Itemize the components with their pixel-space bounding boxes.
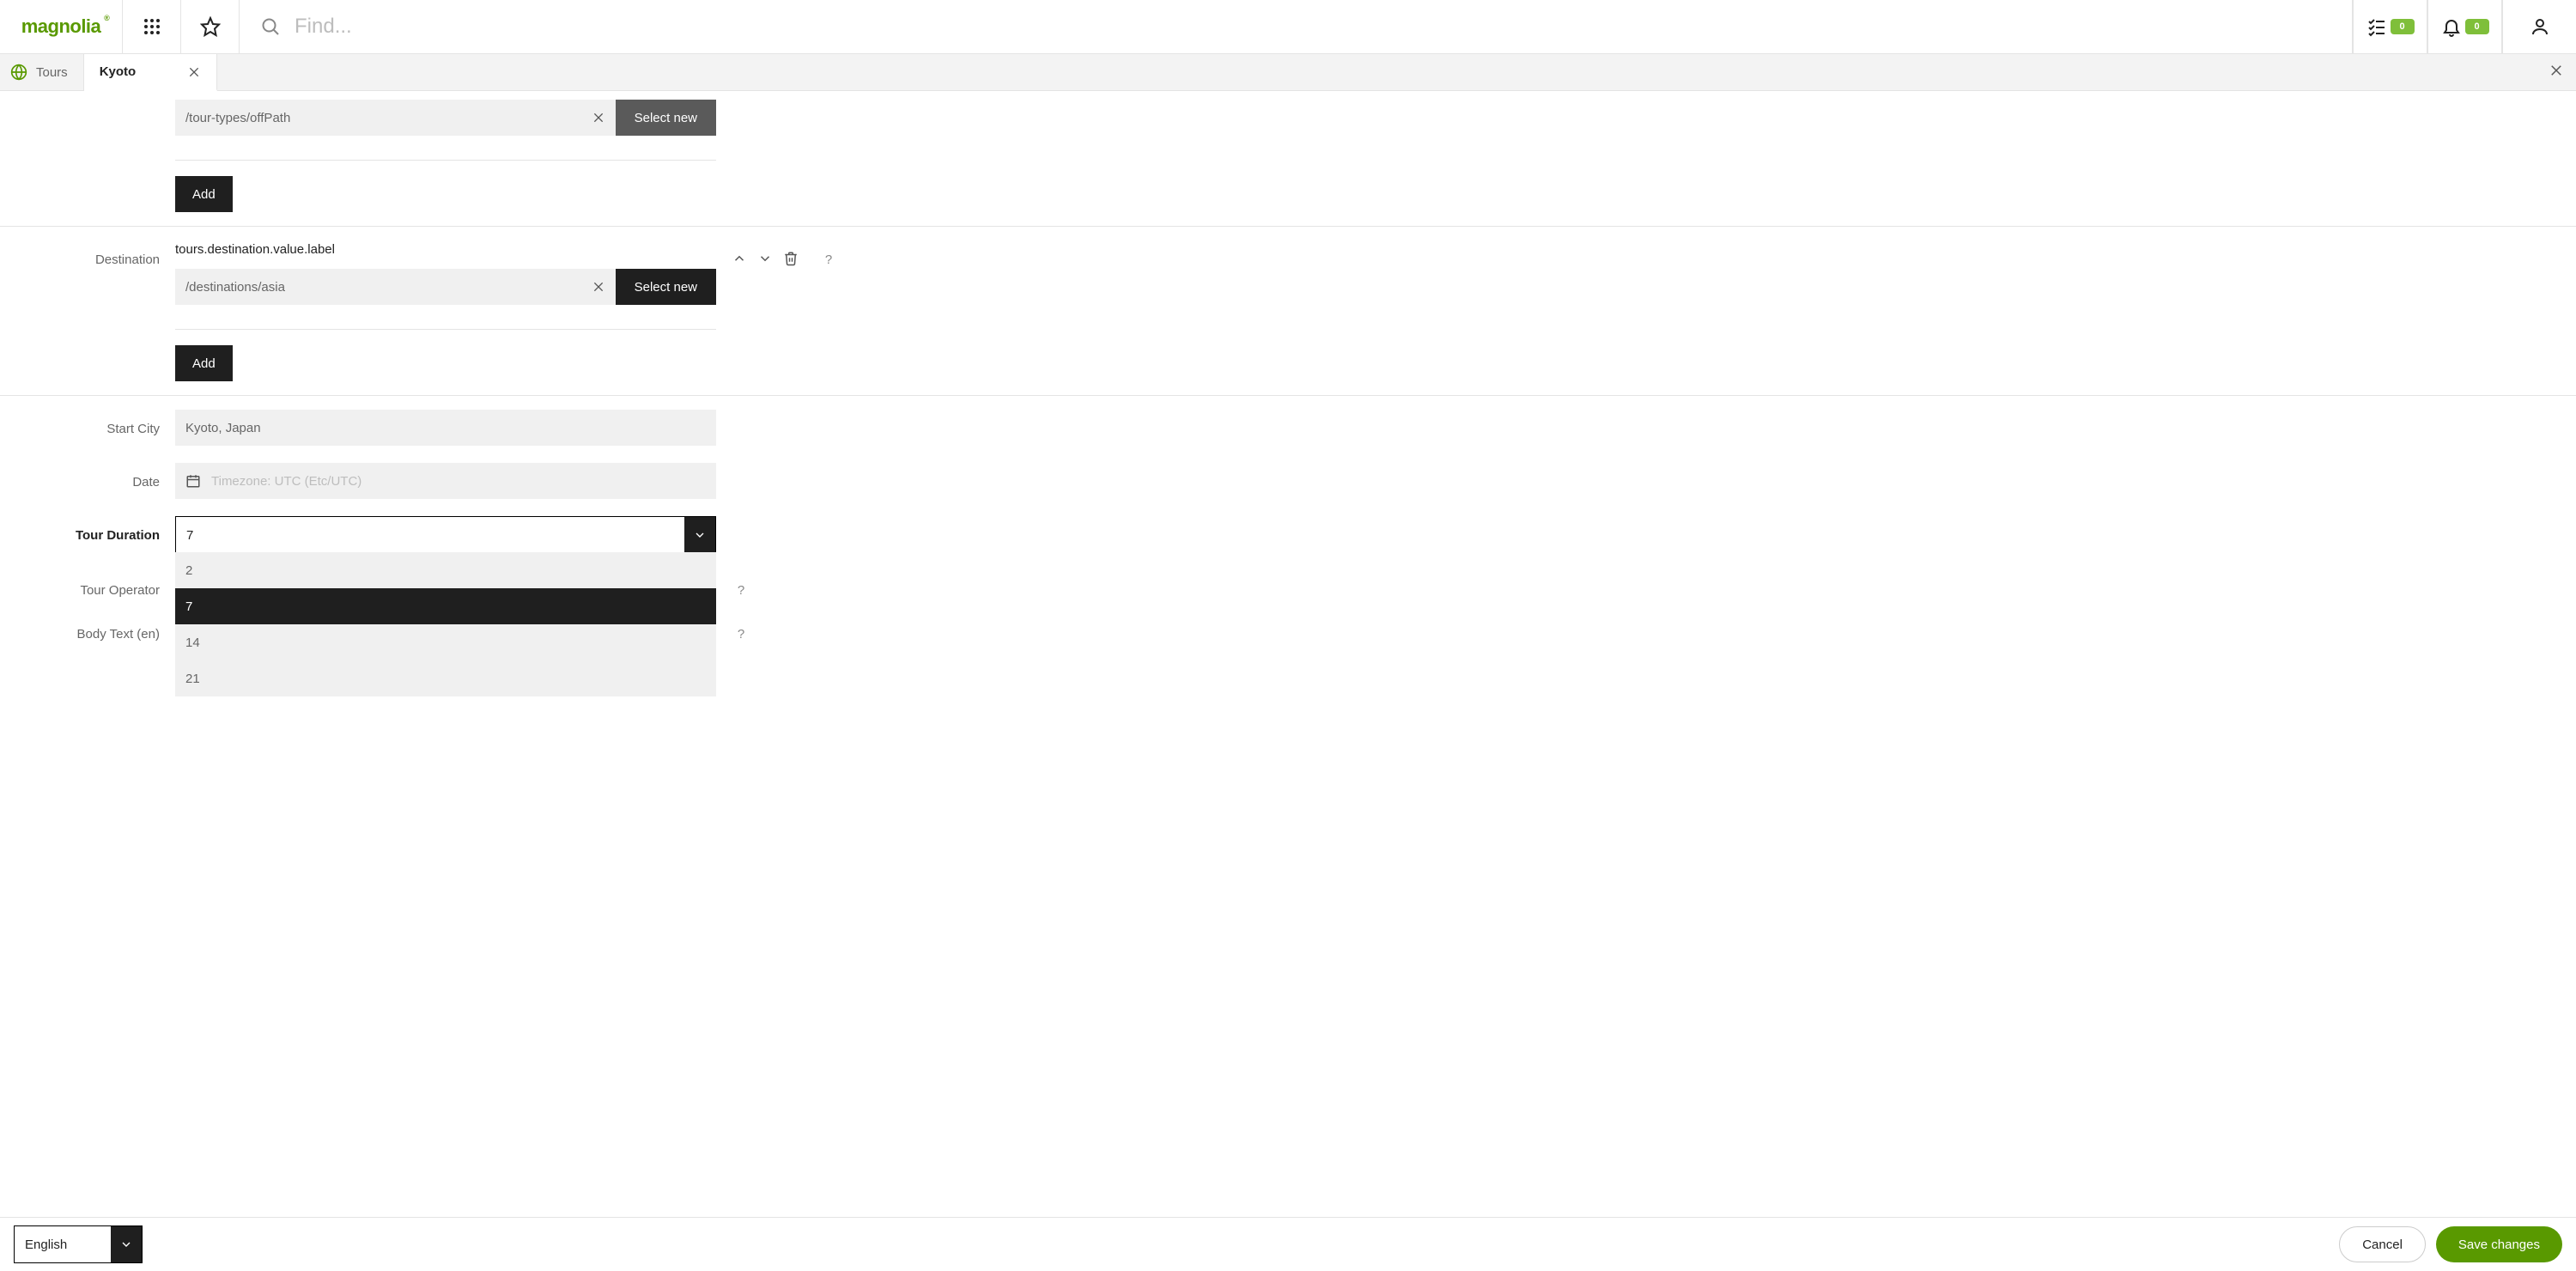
chevron-down-icon	[757, 251, 773, 266]
label-tour-operator: Tour Operator	[0, 571, 160, 598]
form-content: /tour-types/offPath Select new Add Desti…	[0, 91, 2576, 1217]
notifications-badge: 0	[2465, 19, 2489, 34]
calendar-icon	[185, 473, 201, 489]
tour-types-value: /tour-types/offPath	[185, 111, 290, 125]
language-select[interactable]: English	[14, 1225, 143, 1263]
language-value: English	[15, 1226, 111, 1262]
tour-types-picker: /tour-types/offPath Select new	[175, 100, 716, 136]
favorites-button[interactable]	[181, 0, 240, 53]
destination-clear[interactable]	[592, 280, 605, 294]
star-icon	[200, 16, 221, 37]
logo-text: magnolia	[21, 15, 101, 38]
cancel-button[interactable]: Cancel	[2339, 1226, 2426, 1262]
move-up-button[interactable]	[732, 251, 747, 270]
section-divider	[0, 395, 2576, 396]
duration-chevron[interactable]	[684, 517, 715, 553]
bell-icon	[2441, 16, 2462, 37]
row-date: Date Timezone: UTC (Etc/UTC)	[0, 454, 2576, 508]
destination-path: /destinations/asia	[175, 269, 616, 305]
app-header: magnolia 0 0	[0, 0, 2576, 54]
row-tour-duration: Tour Duration 7 2 7 14 21	[0, 508, 2576, 563]
tasks-button[interactable]: 0	[2353, 0, 2427, 53]
tab-kyoto-label: Kyoto	[100, 64, 137, 79]
close-icon	[2549, 63, 2564, 78]
duration-option-2[interactable]: 2	[175, 552, 716, 588]
label-tour-duration: Tour Duration	[0, 516, 160, 543]
duration-value: 7	[176, 517, 684, 553]
section-divider	[0, 226, 2576, 227]
search-input[interactable]	[293, 14, 2331, 40]
start-city-input[interactable]	[175, 410, 716, 446]
duration-option-14[interactable]: 14	[175, 624, 716, 660]
trash-icon	[783, 251, 799, 266]
language-chevron[interactable]	[111, 1226, 142, 1262]
close-icon	[592, 280, 605, 294]
body-help[interactable]: ?	[732, 615, 750, 642]
editor-footer: English Cancel Save changes	[0, 1217, 2576, 1271]
divider	[175, 160, 716, 161]
save-button[interactable]: Save changes	[2436, 1226, 2562, 1262]
date-input[interactable]: Timezone: UTC (Etc/UTC)	[175, 463, 716, 499]
duration-dropdown: 2 7 14 21	[175, 552, 716, 696]
app-launcher-button[interactable]	[123, 0, 181, 53]
search-icon	[260, 16, 281, 37]
date-placeholder: Timezone: UTC (Etc/UTC)	[211, 474, 361, 489]
label-start-city: Start City	[0, 410, 160, 436]
label-tour-types	[0, 100, 160, 112]
chevron-up-icon	[732, 251, 747, 266]
close-icon	[187, 65, 201, 79]
profile-button[interactable]	[2502, 0, 2576, 53]
destination-picker: /destinations/asia Select new	[175, 269, 716, 305]
tab-kyoto-close[interactable]	[187, 65, 201, 79]
row-start-city: Start City	[0, 401, 2576, 454]
destination-select-new[interactable]: Select new	[616, 269, 716, 305]
notifications-button[interactable]: 0	[2427, 0, 2502, 53]
tab-kyoto[interactable]: Kyoto	[84, 54, 218, 91]
tasks-icon	[2366, 16, 2387, 37]
tour-types-path: /tour-types/offPath	[175, 100, 616, 136]
tour-types-clear[interactable]	[592, 111, 605, 125]
destination-help[interactable]: ?	[819, 240, 838, 267]
label-destination: Destination	[0, 240, 160, 267]
destination-side-actions	[732, 240, 799, 270]
tab-tours-label: Tours	[36, 65, 68, 80]
tour-types-select-new[interactable]: Select new	[616, 100, 716, 136]
operator-help[interactable]: ?	[732, 571, 750, 598]
label-body-text: Body Text (en)	[0, 615, 160, 642]
chevron-down-icon	[119, 1238, 133, 1251]
tasks-badge: 0	[2391, 19, 2415, 34]
search-cell	[240, 0, 2353, 53]
globe-icon	[10, 64, 27, 81]
row-tour-types: /tour-types/offPath Select new Add	[0, 91, 2576, 221]
destination-value: /destinations/asia	[185, 280, 285, 295]
chevron-down-icon	[693, 528, 707, 542]
user-icon	[2530, 16, 2550, 37]
logo-cell[interactable]: magnolia	[0, 0, 123, 53]
close-detail-button[interactable]	[2549, 63, 2564, 82]
destination-add-button[interactable]: Add	[175, 345, 233, 381]
duration-option-7[interactable]: 7	[175, 588, 716, 624]
row-destination: Destination tours.destination.value.labe…	[0, 232, 2576, 390]
divider	[175, 329, 716, 330]
close-icon	[592, 111, 605, 125]
apps-grid-icon	[142, 16, 162, 37]
move-down-button[interactable]	[757, 251, 773, 270]
delete-button[interactable]	[783, 251, 799, 270]
label-date: Date	[0, 463, 160, 490]
duration-option-21[interactable]: 21	[175, 660, 716, 696]
tab-tours[interactable]: Tours	[0, 54, 84, 90]
duration-select[interactable]: 7 2 7 14 21	[175, 516, 716, 554]
tour-types-add-button[interactable]: Add	[175, 176, 233, 212]
tab-row: Tours Kyoto	[0, 54, 2576, 91]
destination-value-label: tours.destination.value.label	[175, 240, 716, 258]
